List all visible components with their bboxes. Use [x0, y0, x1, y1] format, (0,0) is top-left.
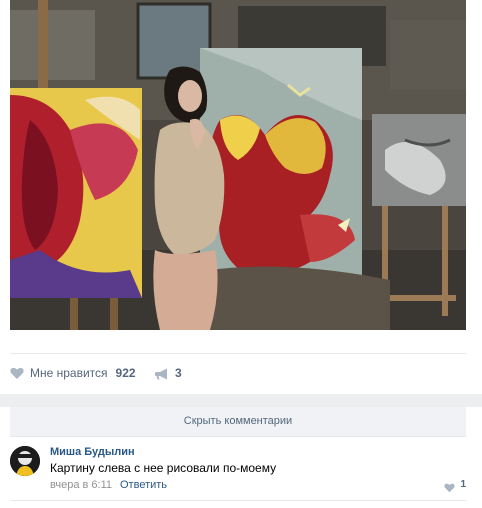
- comment-date[interactable]: вчера в 6:11: [50, 479, 112, 491]
- comment-author[interactable]: Миша Будылин: [50, 446, 135, 458]
- like-count: 922: [115, 366, 136, 380]
- comment-text: Картину слева с нее рисовали по-моему: [50, 461, 277, 475]
- heart-icon: [444, 480, 456, 492]
- post-actions: Мне нравится 922 3: [10, 353, 466, 394]
- reply-link[interactable]: Ответить: [120, 479, 167, 491]
- hide-comments-button[interactable]: Скрыть комментарии: [10, 407, 466, 437]
- comment-like-count: 1: [460, 479, 466, 490]
- divider: [10, 500, 466, 501]
- share-count: 3: [175, 366, 182, 380]
- post-card: Мне нравится 922 3 Скрыть комментарии Ми…: [0, 0, 482, 508]
- heart-icon: [10, 367, 24, 380]
- separator-band: [0, 394, 482, 407]
- avatar[interactable]: [10, 446, 40, 476]
- like-button[interactable]: Мне нравится 922: [10, 364, 136, 382]
- comment-like-button[interactable]: 1: [444, 479, 466, 492]
- share-button[interactable]: 3: [155, 364, 182, 382]
- like-label: Мне нравится: [30, 366, 108, 380]
- comment-item: Миша Будылин Картину слева с нее рисовал…: [10, 444, 466, 499]
- megaphone-icon: [155, 367, 169, 380]
- post-photo[interactable]: [10, 0, 466, 330]
